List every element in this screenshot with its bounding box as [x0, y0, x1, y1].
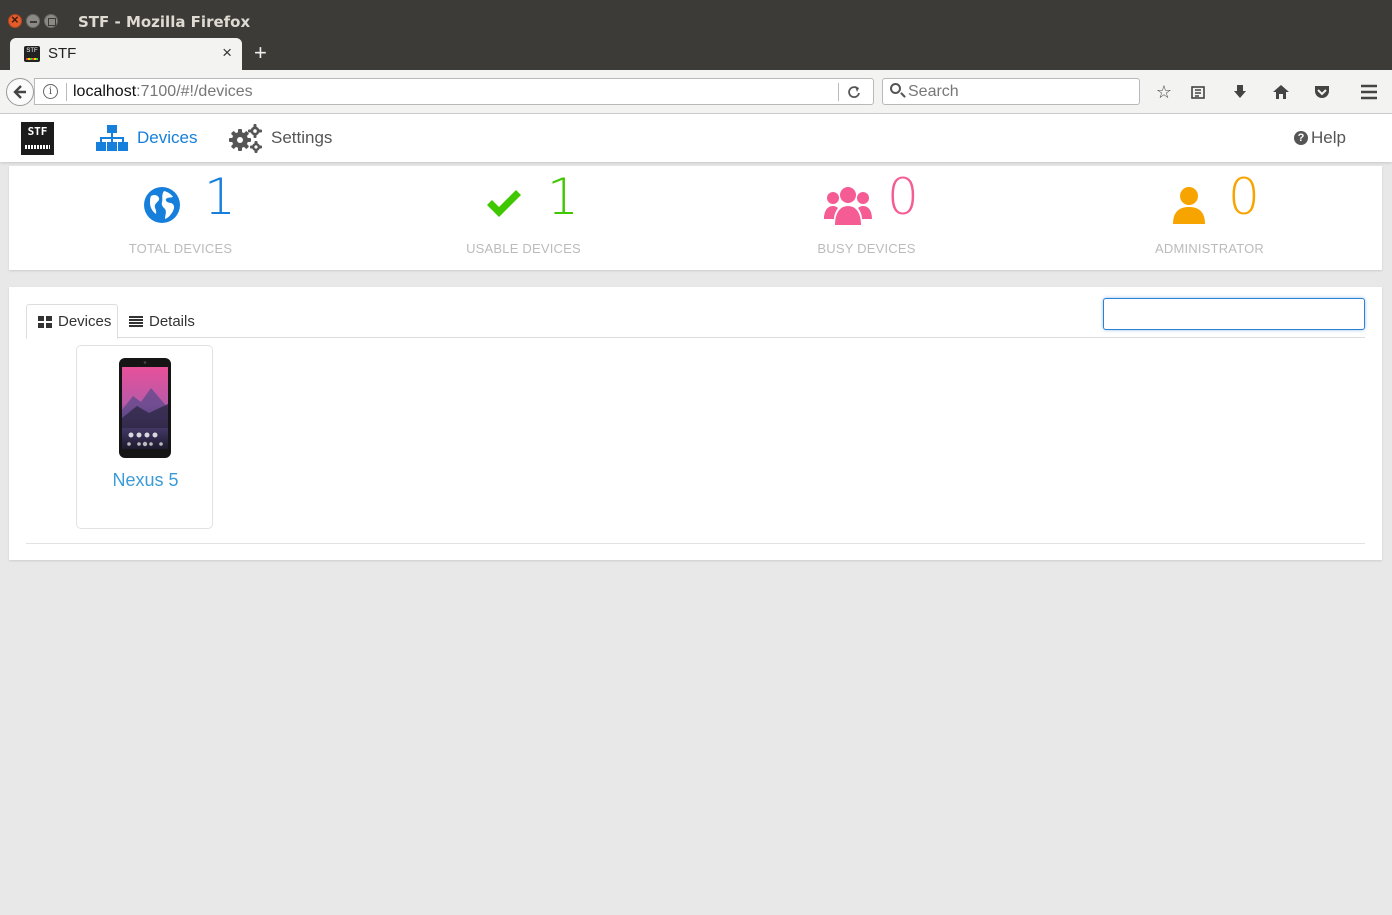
stat-total-devices: 1 TOTAL DEVICES — [9, 166, 352, 270]
list-icon — [129, 315, 143, 327]
device-filter-input[interactable] — [1103, 298, 1365, 330]
stat-administrator: 0 ADMINISTRATOR — [1038, 166, 1381, 270]
hamburger-menu-icon[interactable] — [1358, 81, 1380, 103]
url-host: localhost — [73, 83, 137, 100]
stf-favicon-icon: STF — [24, 46, 40, 62]
download-icon[interactable] — [1229, 81, 1251, 103]
panel-divider — [26, 543, 1365, 544]
stat-total-label: TOTAL DEVICES — [128, 241, 233, 256]
globe-icon — [144, 187, 180, 223]
sitemap-icon — [96, 125, 128, 151]
device-stats: 1 TOTAL DEVICES 1 USABLE DEVICES 0 BUSY … — [9, 166, 1382, 270]
browser-search-bar[interactable]: Search — [882, 78, 1140, 105]
stat-total-value: 1 — [204, 168, 236, 226]
browser-tabstrip: STF STF × + — [0, 38, 1392, 70]
close-tab-icon[interactable]: × — [222, 43, 232, 63]
window-titlebar: STF - Mozilla Firefox — [0, 0, 1392, 42]
window-maximize-button[interactable] — [44, 14, 58, 28]
arrow-left-icon — [13, 85, 26, 99]
stat-admin-value: 0 — [1228, 168, 1260, 226]
devices-panel: Devices Details Nexus 5 — [9, 287, 1382, 560]
browser-tab-stf[interactable]: STF STF × — [10, 38, 242, 70]
url-bar[interactable]: i localhost:7100/#!/devices — [34, 78, 874, 105]
tab-details[interactable]: Details — [118, 304, 206, 338]
stat-busy-label: BUSY DEVICES — [817, 241, 916, 256]
check-icon — [487, 190, 521, 217]
back-button[interactable] — [6, 78, 34, 106]
app-header: STF Devices Settings ? Help — [0, 114, 1392, 162]
bookmark-star-icon[interactable]: ☆ — [1153, 81, 1175, 103]
tab-details-label: Details — [149, 312, 195, 330]
nav-devices-label: Devices — [137, 128, 198, 147]
site-info-icon[interactable]: i — [43, 84, 58, 99]
nav-help[interactable]: ? Help — [1294, 128, 1346, 148]
stat-usable-devices: 1 USABLE DEVICES — [352, 166, 695, 270]
reload-icon[interactable] — [847, 82, 861, 103]
stat-busy-value: 0 — [887, 168, 919, 226]
search-placeholder: Search — [908, 83, 959, 100]
url-separator — [66, 83, 67, 101]
window-minimize-button[interactable] — [26, 14, 40, 28]
tab-devices[interactable]: Devices — [26, 304, 118, 339]
stat-usable-label: USABLE DEVICES — [466, 241, 581, 256]
home-icon[interactable] — [1270, 81, 1292, 103]
user-icon — [1173, 187, 1205, 224]
nav-settings[interactable]: Settings — [228, 124, 333, 153]
url-text[interactable]: localhost:7100/#!/devices — [73, 83, 253, 101]
nav-devices[interactable]: Devices — [96, 124, 197, 152]
stat-usable-value: 1 — [547, 168, 579, 226]
th-large-icon — [38, 315, 52, 328]
url-path: :7100/#!/devices — [136, 83, 253, 100]
gears-icon — [229, 124, 262, 153]
phone-image — [119, 358, 171, 458]
stat-busy-devices: 0 BUSY DEVICES — [695, 166, 1038, 270]
search-icon — [890, 83, 901, 94]
browser-navbar: i localhost:7100/#!/devices Search ☆ — [0, 70, 1392, 114]
nav-settings-label: Settings — [271, 128, 333, 147]
browser-tab-label: STF — [48, 45, 77, 62]
reading-list-icon[interactable] — [1187, 81, 1209, 103]
new-tab-button[interactable]: + — [254, 40, 267, 66]
reload-separator — [838, 83, 839, 101]
question-circle-icon: ? — [1294, 131, 1309, 145]
device-name: Nexus 5 — [112, 470, 179, 490]
tab-devices-label: Devices — [58, 313, 112, 330]
device-card[interactable]: Nexus 5 — [76, 345, 213, 529]
stf-logo[interactable]: STF — [21, 122, 54, 155]
stat-admin-label: ADMINISTRATOR — [1154, 241, 1264, 256]
nav-help-label: Help — [1311, 128, 1346, 147]
window-close-button[interactable] — [8, 12, 22, 28]
window-title: STF - Mozilla Firefox — [78, 13, 251, 31]
users-icon — [824, 187, 872, 225]
pocket-icon[interactable] — [1311, 81, 1333, 103]
window-controls — [8, 12, 58, 28]
